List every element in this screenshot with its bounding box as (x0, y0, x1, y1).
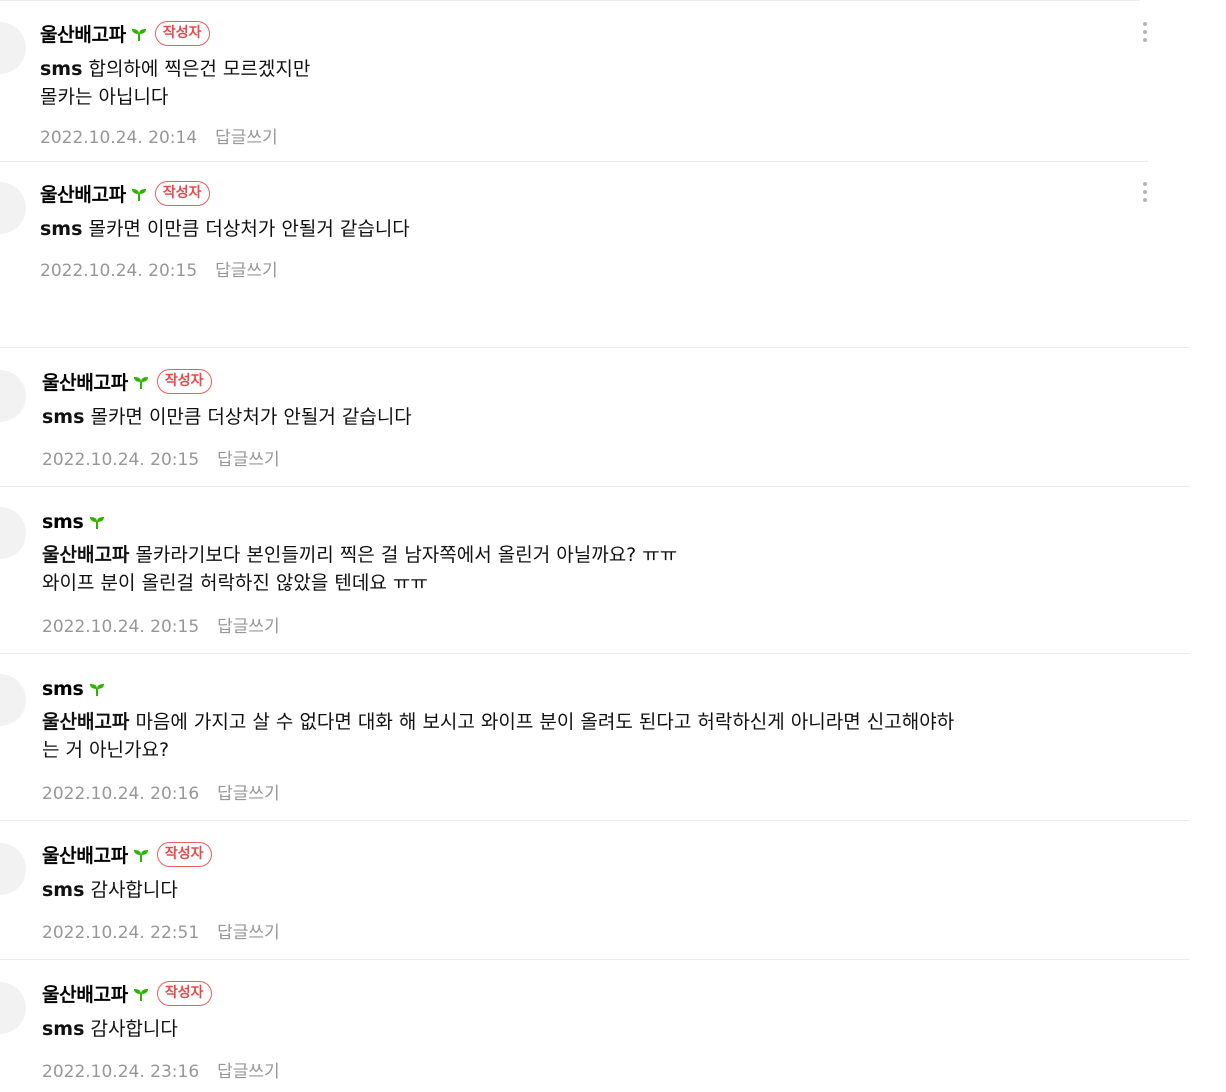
nickname[interactable]: sms (42, 678, 84, 700)
author-badge: 작성자 (156, 369, 212, 394)
author-badge: 작성자 (156, 981, 212, 1006)
comment-text: sms 감사합니다 (42, 879, 178, 901)
author-badge: 작성자 (154, 181, 210, 206)
sprout-icon (133, 376, 148, 389)
comment-item: 울산배고파 작성자 sms 몰카면 이만큼 더상처가 안될거 같습니다 2022… (0, 162, 1226, 302)
mention[interactable]: sms (42, 406, 84, 428)
nickname[interactable]: 울산배고파 (42, 368, 128, 395)
sprout-icon (89, 684, 104, 696)
mention[interactable]: sms (40, 218, 82, 240)
mention[interactable]: 울산배고파 (42, 711, 129, 733)
comment-text: sms 감사합니다 (42, 1018, 178, 1040)
comment-date: 2022.10.24. 23:16 (42, 1062, 200, 1082)
comment-date: 2022.10.24. 20:15 (40, 261, 198, 281)
comment-date: 2022.10.24. 20:15 (42, 450, 200, 470)
reply-button[interactable]: 답글쓰기 (215, 261, 278, 281)
nickname[interactable]: 울산배고파 (42, 980, 128, 1007)
avatar[interactable] (0, 182, 26, 234)
sprout-icon (89, 517, 104, 529)
comment-date: 2022.10.24. 22:51 (42, 923, 200, 943)
comment-date: 2022.10.24. 20:15 (42, 617, 200, 637)
comment-text: sms 몰카면 이만큼 더상처가 안될거 같습니다 (40, 218, 410, 240)
comment-text: sms 합의하에 찍은건 모르겠지만 몰카는 아닙니다 (40, 58, 311, 108)
comment-text: 울산배고파 마음에 가지고 살 수 없다면 대화 해 보시고 와이프 분이 올려… (42, 711, 955, 761)
avatar[interactable] (0, 507, 26, 559)
sprout-icon (131, 28, 146, 41)
comment-meta: 2022.10.24. 20:14 답글쓰기 (40, 123, 278, 148)
sprout-icon (131, 188, 146, 201)
sprout-icon (133, 988, 148, 1001)
nickname[interactable]: 울산배고파 (40, 180, 126, 207)
author-badge: 작성자 (156, 842, 212, 867)
mention[interactable]: sms (42, 1018, 84, 1040)
comment-header: 울산배고파 작성자 (42, 368, 212, 395)
avatar[interactable] (0, 674, 26, 726)
sprout-icon (133, 849, 148, 862)
comment-item: sms 울산배고파 몰카라기보다 본인들끼리 찍은 걸 남자쪽에서 올린거 아닐… (0, 487, 1226, 653)
nickname[interactable]: 울산배고파 (42, 841, 128, 868)
comment-meta: 2022.10.24. 20:15 답글쓰기 (42, 612, 280, 637)
comment-header: 울산배고파 작성자 (40, 20, 210, 47)
comment-meta: 2022.10.24. 22:51 답글쓰기 (42, 918, 280, 943)
comment-meta: 2022.10.24. 20:15 답글쓰기 (40, 256, 278, 281)
comment-item: sms 울산배고파 마음에 가지고 살 수 없다면 대화 해 보시고 와이프 분… (0, 654, 1226, 820)
comment-item: 울산배고파 작성자 sms 감사합니다 2022.10.24. 23:16 답글쓰… (0, 960, 1226, 1092)
comment-meta: 2022.10.24. 20:15 답글쓰기 (42, 445, 280, 470)
nickname[interactable]: 울산배고파 (40, 20, 126, 47)
comment-item: 울산배고파 작성자 sms 몰카면 이만큼 더상처가 안될거 같습니다 2022… (0, 348, 1226, 486)
avatar[interactable] (0, 843, 26, 895)
comment-text: 울산배고파 몰카라기보다 본인들끼리 찍은 걸 남자쪽에서 올린거 아닐까요? … (42, 544, 678, 594)
comment-item: 울산배고파 작성자 sms 합의하에 찍은건 모르겠지만 몰카는 아닙니다 20… (0, 0, 1226, 162)
nickname[interactable]: sms (42, 511, 84, 533)
mention[interactable]: sms (40, 58, 82, 80)
reply-button[interactable]: 답글쓰기 (217, 1062, 280, 1082)
comment-item: 울산배고파 작성자 sms 감사합니다 2022.10.24. 22:51 답글쓰… (0, 821, 1226, 959)
avatar[interactable] (0, 370, 26, 422)
avatar[interactable] (0, 22, 26, 74)
comment-header: 울산배고파 작성자 (42, 980, 212, 1007)
comment-header: sms (42, 678, 105, 700)
reply-button[interactable]: 답글쓰기 (217, 450, 280, 470)
comment-header: 울산배고파 작성자 (42, 841, 212, 868)
comment-meta: 2022.10.24. 23:16 답글쓰기 (42, 1057, 280, 1082)
comment-date: 2022.10.24. 20:14 (40, 128, 198, 148)
author-badge: 작성자 (154, 21, 210, 46)
comment-text: sms 몰카면 이만큼 더상처가 안될거 같습니다 (42, 406, 412, 428)
comment-header: sms (42, 511, 105, 533)
reply-button[interactable]: 답글쓰기 (217, 784, 280, 804)
comment-header: 울산배고파 작성자 (40, 180, 210, 207)
avatar[interactable] (0, 982, 26, 1034)
comment-date: 2022.10.24. 20:16 (42, 784, 200, 804)
more-options-icon[interactable] (1142, 182, 1148, 208)
reply-button[interactable]: 답글쓰기 (217, 923, 280, 943)
mention[interactable]: sms (42, 879, 84, 901)
mention[interactable]: 울산배고파 (42, 544, 129, 566)
comment-meta: 2022.10.24. 20:16 답글쓰기 (42, 779, 280, 804)
reply-button[interactable]: 답글쓰기 (215, 128, 278, 148)
more-options-icon[interactable] (1142, 22, 1148, 48)
reply-button[interactable]: 답글쓰기 (217, 617, 280, 637)
